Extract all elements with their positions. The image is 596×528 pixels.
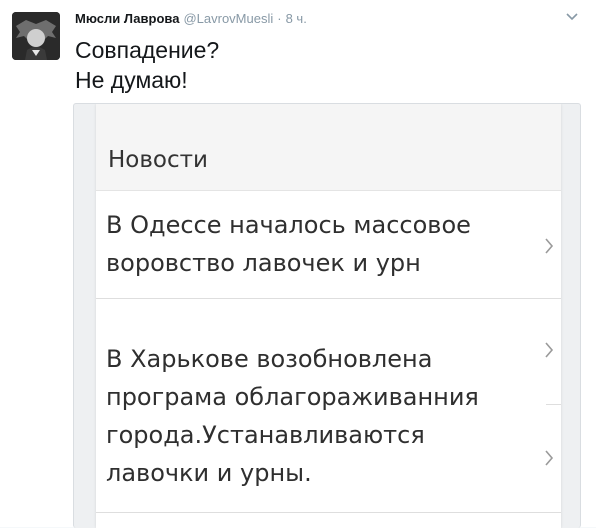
news-card: Новости В Одессе началось массовое воров… [96,104,561,528]
separator-dot: · [277,11,282,26]
news-item-text: В Одессе началось массовое воровство лав… [106,206,526,282]
news-item[interactable]: В Харькове возобновлена програма облагор… [96,324,561,528]
timestamp[interactable]: 8 ч. [286,11,307,26]
news-item-text: В Харькове возобновлена програма облагор… [106,340,526,492]
tweet: Мюсли Лаврова @LavrovMuesli · 8 ч. Совпаден… [0,0,596,528]
tweet-text-line: Не думаю! [75,67,188,93]
divider [96,298,561,299]
news-item-line: В Одессе началось массовое [106,211,471,239]
news-item-line: воровство лавочек и урн [106,249,421,277]
section-title: Новости [108,147,208,173]
chevron-right-icon [542,448,556,468]
tweet-text-line: Совпадение? [75,37,220,63]
chevron-right-icon [542,340,556,360]
chevron-down-icon[interactable] [563,10,581,24]
divider [546,404,561,405]
news-item-line: програма облагораживанния [106,383,479,411]
avatar-image [12,12,60,60]
divider [96,512,561,513]
news-item[interactable]: В Одессе началось массовое воровство лав… [96,190,561,298]
attached-image[interactable]: Новости В Одессе началось массовое воров… [73,103,581,528]
tweet-text: Совпадение? Не думаю! [75,35,555,95]
news-item-line: В Харькове возобновлена [106,345,433,373]
display-name[interactable]: Мюсли Лаврова [75,11,179,26]
user-handle[interactable]: @LavrovMuesli [183,11,273,26]
chevron-right-icon [542,236,556,256]
news-item-line: лавочки и урны. [106,459,312,487]
news-item-line: города.Устанавливаются [106,421,425,449]
avatar[interactable] [12,12,60,60]
tweet-header: Мюсли Лаврова @LavrovMuesli · 8 ч. [75,11,307,29]
